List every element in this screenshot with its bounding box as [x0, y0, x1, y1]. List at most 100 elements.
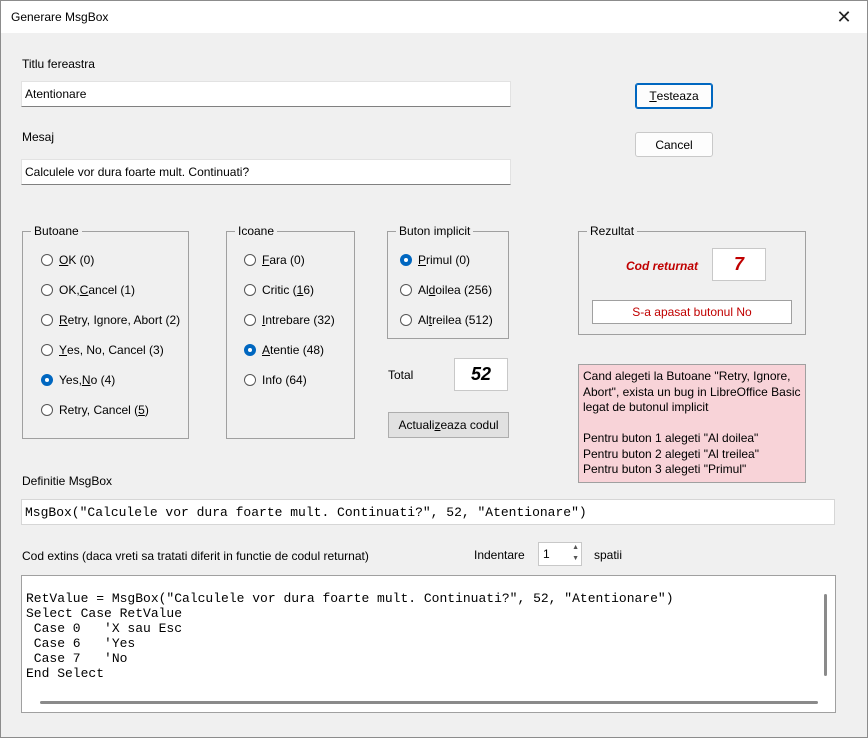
close-icon[interactable]: ✕: [821, 1, 867, 33]
cancel-button[interactable]: Cancel: [635, 132, 713, 157]
buttons-group-title: Butoane: [31, 224, 82, 238]
radio-indicator: [41, 314, 53, 326]
radio-icon-none[interactable]: Fara (0): [244, 253, 305, 267]
radio-label-post: o (4): [90, 373, 116, 387]
update-code-button[interactable]: Actuali z eaza codul: [388, 412, 509, 438]
radio-buttons-yes-no[interactable]: Yes, No (4): [41, 373, 115, 387]
radio-label-pre: Critic (: [262, 283, 297, 297]
title-field[interactable]: Atentionare: [21, 81, 511, 107]
radio-icon-info[interactable]: Info (64): [244, 373, 307, 387]
spin-down-icon[interactable]: ▼: [572, 555, 579, 562]
icons-group-title: Icoane: [235, 224, 278, 238]
radio-indicator: [41, 404, 53, 416]
radio-label-accel: R: [59, 313, 68, 327]
radio-buttons-retry-ignore-abort[interactable]: Retry, Ignore, Abort (2): [41, 313, 180, 327]
radio-label-post: K (0): [68, 253, 95, 267]
radio-buttons-yes-no-cancel[interactable]: Yes, No, Cancel (3): [41, 343, 164, 357]
test-button-label-accel: T: [649, 89, 657, 103]
total-value: 52: [470, 364, 492, 384]
message-field[interactable]: Calculele vor dura foarte mult. Continua…: [21, 159, 511, 185]
radio-label-accel: A: [262, 343, 271, 357]
indent-spinner[interactable]: 1 ▲ ▼: [538, 542, 582, 566]
radio-label-post: ancel (1): [88, 283, 136, 297]
radio-indicator: [41, 254, 53, 266]
vertical-scrollbar[interactable]: [824, 594, 827, 676]
indent-value: 1: [543, 547, 550, 561]
radio-label-accel: d: [428, 283, 436, 297]
default-button-group-title: Buton implicit: [396, 224, 474, 238]
note-line: [583, 416, 801, 432]
update-code-label-post: eaza codul: [440, 418, 499, 432]
radio-label-accel: 1: [296, 283, 304, 297]
window-title: Generare MsgBox: [11, 10, 109, 24]
result-group: Rezultat Cod returnat 7 S-a apasat buton…: [578, 224, 806, 335]
test-button-label-post: esteaza: [656, 89, 699, 103]
radio-default-first[interactable]: Primul (0): [400, 253, 470, 267]
radio-indicator: [400, 314, 412, 326]
radio-buttons-ok-cancel[interactable]: OK, Cancel (1): [41, 283, 135, 297]
radio-indicator: [400, 284, 412, 296]
radio-indicator: [244, 254, 256, 266]
note-line: Pentru buton 1 alegeti "Al doilea": [583, 431, 759, 445]
code-line: Case 6 'Yes: [26, 636, 136, 651]
radio-label-accel: C: [79, 283, 89, 297]
radio-label-pre: Info (64): [262, 373, 307, 387]
test-button[interactable]: Testeaza: [635, 83, 713, 109]
definition-field[interactable]: MsgBox("Calculele vor dura foarte mult. …: [21, 499, 835, 525]
horizontal-scrollbar[interactable]: [40, 701, 818, 704]
bug-note: Cand alegeti la Butoane "Retry, Ignore, …: [578, 364, 806, 483]
buttons-group: Butoane OK (0) OK, Cancel (1) Retry, Ign…: [22, 224, 189, 439]
radio-icon-warning[interactable]: Atentie (48): [244, 343, 324, 357]
radio-label-accel: F: [262, 253, 270, 267]
radio-label-post: ara (0): [269, 253, 305, 267]
radio-label-accel: P: [418, 253, 427, 267]
radio-indicator: [244, 284, 256, 296]
radio-label-pre: Al: [418, 283, 429, 297]
radio-indicator: [244, 314, 256, 326]
total-value-field: 52: [454, 358, 508, 391]
return-code-value: 7: [733, 254, 744, 274]
radio-label-pre: Retry, Cancel (: [59, 403, 139, 417]
return-code-field: 7: [712, 248, 766, 281]
extended-code-editor[interactable]: RetValue = MsgBox("Calculele vor dura fo…: [21, 575, 836, 713]
radio-default-third[interactable]: Al t reilea (512): [400, 313, 493, 327]
radio-buttons-retry-cancel[interactable]: Retry, Cancel (5): [41, 403, 149, 417]
radio-label-pre: Yes,: [59, 373, 82, 387]
code-line: RetValue = MsgBox("Calculele vor dura fo…: [26, 591, 674, 606]
code-line: Select Case RetValue: [26, 606, 183, 621]
radio-indicator: [41, 284, 53, 296]
radio-label-post: oilea (256): [435, 283, 493, 297]
result-group-title: Rezultat: [587, 224, 638, 238]
radio-label-post: es, No, Cancel (3): [67, 343, 164, 357]
radio-buttons-ok[interactable]: OK (0): [41, 253, 94, 267]
extended-code-label: Cod extins (daca vreti sa tratati diferi…: [22, 549, 369, 563]
radio-label-post: rimul (0): [426, 253, 471, 267]
note-line: Pentru buton 3 alegeti "Primul": [583, 462, 747, 476]
radio-label-post: tentie (48): [270, 343, 325, 357]
radio-icon-critical[interactable]: Critic (1 6): [244, 283, 314, 297]
cancel-button-label: Cancel: [655, 137, 693, 152]
update-code-label-pre: Actuali: [398, 418, 435, 432]
spin-up-icon[interactable]: ▲: [572, 544, 579, 551]
indent-unit-label: spatii: [594, 548, 623, 562]
note-line: Abort", exista un bug in LibreOffice Bas…: [583, 384, 801, 399]
note-line: legat de butonul implicit: [583, 400, 709, 414]
radio-label-post: etry, Ignore, Abort (2): [67, 313, 181, 327]
radio-label-post: 6): [303, 283, 315, 297]
radio-default-second[interactable]: Al d oilea (256): [400, 283, 492, 297]
total-label: Total: [388, 368, 414, 382]
radio-label-pre: Al: [418, 313, 429, 327]
message-field-value: Calculele vor dura foarte mult. Continua…: [25, 165, 250, 179]
code-line: Case 0 'X sau Esc: [26, 621, 183, 636]
result-message: S-a apasat butonul No: [632, 305, 752, 319]
definition-value: MsgBox("Calculele vor dura foarte mult. …: [25, 504, 587, 520]
radio-label-accel: N: [81, 373, 91, 387]
radio-indicator: [244, 374, 256, 386]
radio-indicator: [41, 344, 53, 356]
radio-label-pre: OK,: [59, 283, 80, 297]
radio-label-post: reilea (512): [432, 313, 493, 327]
result-message-field: S-a apasat butonul No: [592, 300, 792, 324]
radio-label-accel: Y: [59, 343, 68, 357]
title-field-label: Titlu fereastra: [22, 57, 95, 71]
radio-icon-question[interactable]: Intrebare (32): [244, 313, 335, 327]
